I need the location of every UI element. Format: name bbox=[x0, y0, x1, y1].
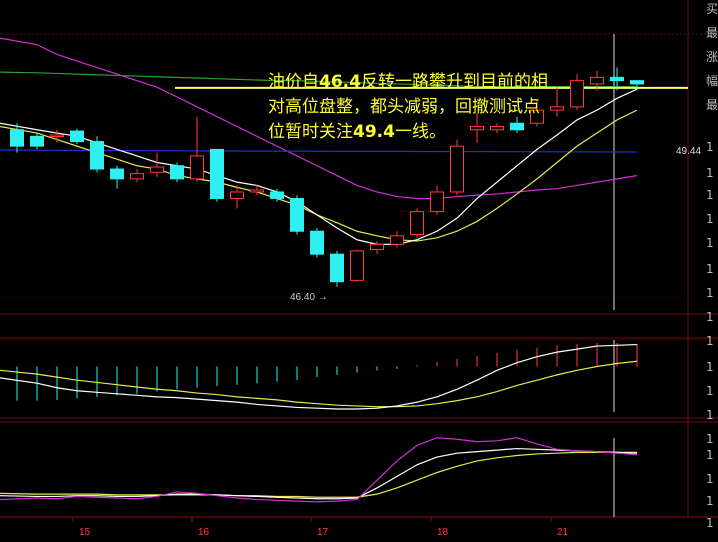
right-panel-label: 1 bbox=[706, 516, 714, 530]
candle-body bbox=[130, 173, 144, 180]
right-panel-label: 1 bbox=[706, 140, 714, 154]
candle-body bbox=[270, 191, 284, 200]
low-price-value: 46.40 bbox=[290, 292, 316, 303]
candle-body bbox=[210, 148, 224, 200]
right-panel-label: 1 bbox=[706, 360, 714, 374]
x-axis-date-label: 18 bbox=[437, 527, 449, 538]
candle-body bbox=[390, 235, 404, 245]
candle-body bbox=[310, 230, 324, 255]
x-axis-date-label: 17 bbox=[317, 527, 329, 538]
candle-body bbox=[10, 129, 24, 147]
annotation-line1-number: 46.4 bbox=[319, 72, 361, 92]
right-panel-label: 最 bbox=[706, 98, 718, 112]
kdj-k-line bbox=[0, 447, 638, 500]
candle-body bbox=[370, 243, 384, 251]
x-axis-date-label: 15 bbox=[79, 527, 91, 538]
kdj-panel bbox=[0, 437, 638, 503]
candle-body bbox=[630, 80, 644, 85]
right-panel-label: 1 bbox=[706, 286, 714, 300]
candle-body bbox=[410, 211, 424, 236]
annotation-line2: 对高位盘整，都头减弱，回撤测试点 bbox=[268, 97, 540, 117]
candle-body bbox=[90, 141, 104, 170]
candle-body bbox=[30, 135, 44, 147]
macd-dea-line bbox=[0, 360, 638, 408]
right-panel-label: 1 bbox=[706, 236, 714, 250]
right-panel-label: 1 bbox=[706, 408, 714, 422]
annotation-line3-post: 一线。 bbox=[394, 122, 446, 142]
right-panel-label: 1 bbox=[706, 334, 714, 348]
right-panel-label: 幅 bbox=[706, 74, 718, 88]
right-panel-label: 1 bbox=[706, 494, 714, 508]
right-panel-label: 1 bbox=[706, 166, 714, 180]
right-panel-label: 1 bbox=[706, 432, 714, 446]
annotation-line3-number: 49.4 bbox=[353, 122, 395, 142]
x-axis-date-label: 21 bbox=[557, 527, 569, 538]
right-panel-label: 1 bbox=[706, 310, 714, 324]
annotation-text: 油价自46.4反转一路攀升到目前的相 对高位盘整，都头减弱，回撤测试点 位暂时关… bbox=[268, 70, 618, 145]
candle-body bbox=[190, 155, 204, 180]
macd-panel bbox=[0, 343, 638, 410]
right-panel-label: 最 bbox=[706, 26, 718, 40]
candle-body bbox=[230, 191, 244, 200]
right-panel-label: 1 bbox=[706, 448, 714, 462]
candle-body bbox=[290, 198, 304, 232]
candle-body bbox=[430, 191, 444, 213]
candle-body bbox=[250, 189, 264, 193]
x-axis-date-label: 16 bbox=[198, 527, 210, 538]
annotation-line1-pre: 油价自 bbox=[268, 72, 319, 92]
right-panel-label: 1 bbox=[706, 472, 714, 486]
right-panel-label: 买 bbox=[706, 2, 718, 16]
resistance-price-label: 49.44 bbox=[676, 146, 702, 157]
candle-body bbox=[450, 145, 464, 193]
candle-body bbox=[150, 166, 164, 173]
right-panel-label: 1 bbox=[706, 212, 714, 226]
candle-body bbox=[350, 250, 364, 281]
candle-body bbox=[110, 168, 124, 180]
annotation-line1-post: 反转一路攀升到目前的相 bbox=[360, 72, 548, 92]
right-panel-label: 1 bbox=[706, 262, 714, 276]
candle-body bbox=[50, 134, 64, 137]
right-panel-label: 1 bbox=[706, 188, 714, 202]
low-price-label: 46.40 → bbox=[290, 292, 328, 303]
macd-dif-line bbox=[0, 343, 638, 410]
right-panel-label: 1 bbox=[706, 384, 714, 398]
right-panel-label: 涨 bbox=[706, 50, 718, 64]
candle-body bbox=[70, 130, 84, 143]
candle-body bbox=[330, 253, 344, 283]
kdj-d-line bbox=[0, 451, 637, 498]
annotation-line3-pre: 位暂时关注 bbox=[268, 122, 353, 142]
candle-body bbox=[170, 165, 184, 180]
kdj-j-line bbox=[0, 437, 638, 503]
